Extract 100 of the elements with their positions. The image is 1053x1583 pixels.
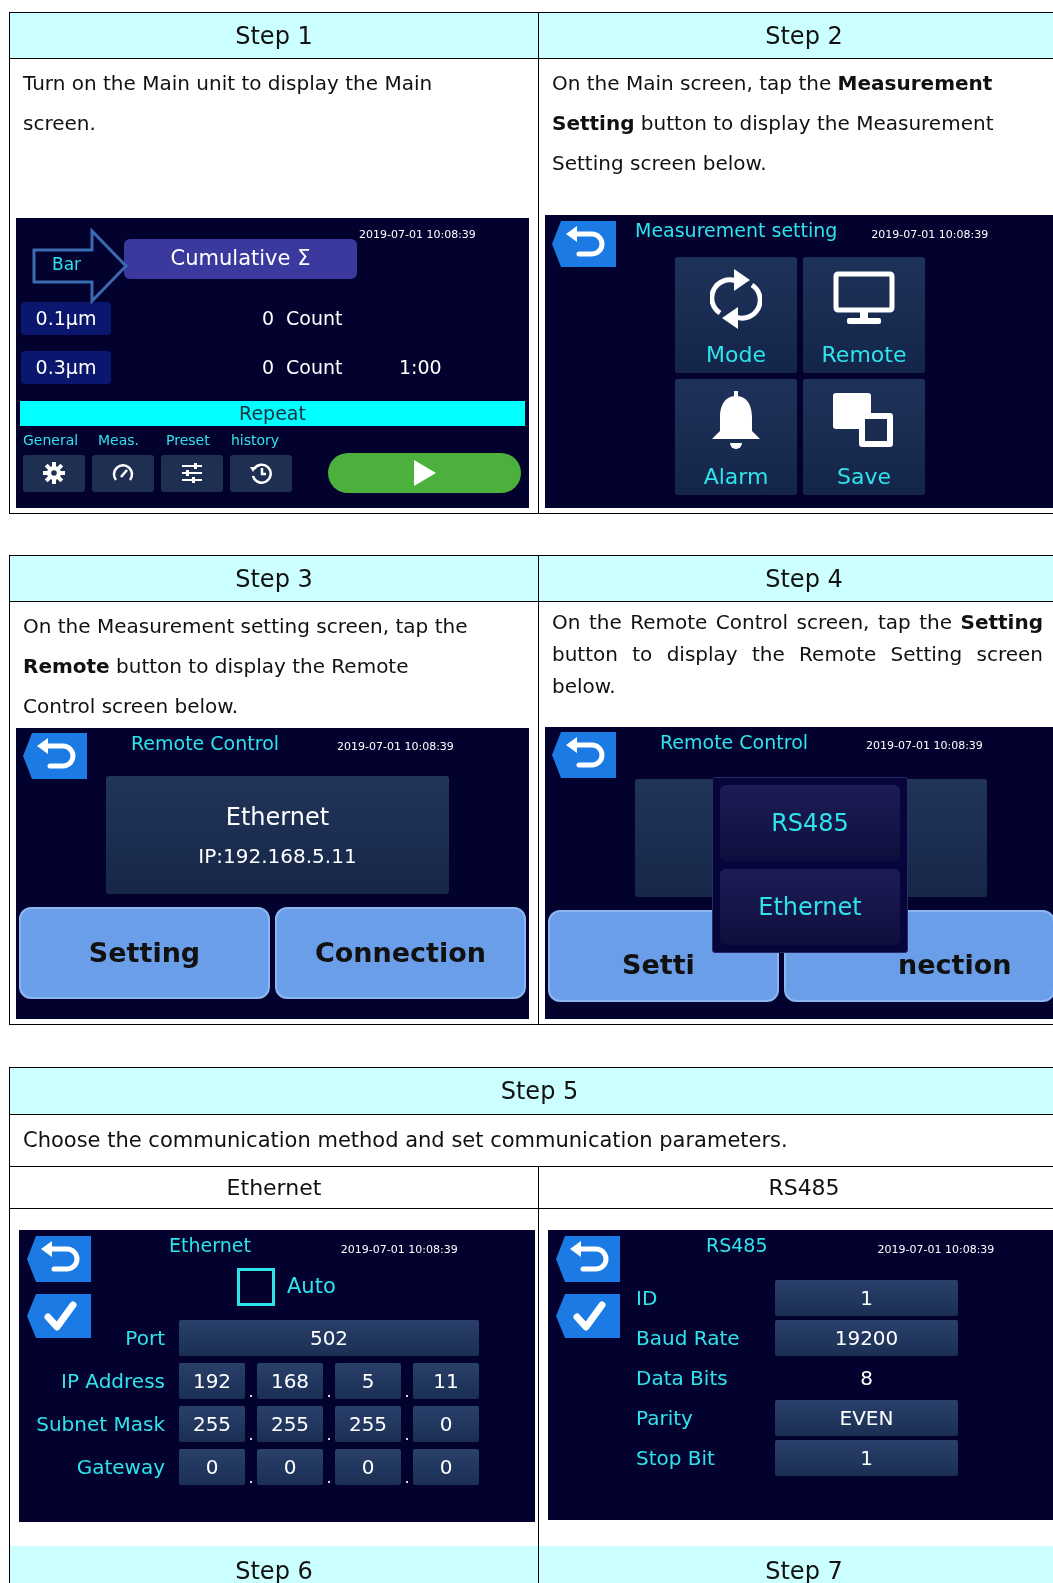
screen-title: Remote Control: [131, 731, 280, 756]
input-field[interactable]: 255: [179, 1406, 245, 1442]
remote-option-button[interactable]: Connection: [275, 907, 526, 999]
bar-button[interactable]: Bar: [32, 228, 128, 304]
back-button[interactable]: [23, 733, 87, 779]
date-time: 2019-07-01 10:08:39: [877, 1242, 995, 1258]
cycle-arrows-icon: [710, 267, 762, 331]
start-button[interactable]: [328, 453, 521, 493]
input-field[interactable]: 192: [179, 1363, 245, 1399]
step-header: Step 1: [10, 13, 539, 59]
count-unit: Count: [286, 355, 344, 381]
back-button[interactable]: [552, 732, 616, 778]
confirm-button[interactable]: [27, 1294, 91, 1338]
mode-status-bar: Repeat: [20, 401, 525, 426]
count-value: 0: [260, 306, 274, 332]
input-field[interactable]: 502: [179, 1320, 479, 1356]
input-field[interactable]: 1: [775, 1440, 958, 1476]
field-label: Subnet Mask: [35, 1411, 166, 1438]
input-field[interactable]: 0: [413, 1449, 479, 1485]
checkbox-label: Auto: [287, 1273, 336, 1301]
step-header: Step 4: [539, 556, 1053, 602]
tool-button[interactable]: [23, 454, 85, 492]
field-value: 8: [859, 1365, 874, 1392]
date-time: 2019-07-01 10:08:39: [340, 1242, 458, 1258]
field-label: Parity: [635, 1405, 694, 1432]
input-field[interactable]: 1: [775, 1280, 958, 1316]
tool-button[interactable]: [92, 454, 154, 492]
separator-dot: .: [325, 1428, 333, 1442]
step-instruction: On the Remote Control screen, tap the Setting button to display the Remote Setting screen below.: [551, 609, 1044, 700]
count-value: 0: [260, 355, 274, 381]
input-field[interactable]: 168: [257, 1363, 323, 1399]
input-field[interactable]: 0: [335, 1449, 401, 1485]
input-field[interactable]: 5: [335, 1363, 401, 1399]
elapsed-time: 1:00: [399, 355, 442, 381]
input-field[interactable]: EVEN: [775, 1400, 958, 1436]
gear-icon: [42, 461, 66, 485]
step-instruction: Choose the communication method and set communication parameters.: [23, 1126, 788, 1154]
column-header: RS485: [539, 1167, 1053, 1209]
sliders-icon: [180, 461, 204, 485]
column-header: Ethernet: [10, 1167, 539, 1209]
tab-label: Meas.: [98, 431, 140, 450]
step-header: Step 3: [10, 556, 539, 602]
input-field[interactable]: 255: [257, 1406, 323, 1442]
input-field[interactable]: 19200: [775, 1320, 958, 1356]
method-label: Ethernet: [225, 802, 330, 833]
step-header: Step 6: [10, 1546, 539, 1583]
date-time: 2019-07-01 10:08:39: [359, 227, 476, 243]
separator-dot: .: [325, 1471, 333, 1485]
tool-button[interactable]: [161, 454, 223, 492]
step-header: Step 7: [539, 1546, 1053, 1583]
input-field[interactable]: 0: [413, 1406, 479, 1442]
separator-dot: .: [247, 1428, 255, 1442]
tab-label: General: [23, 431, 80, 450]
step-header: Step 5: [10, 1068, 1053, 1115]
screen-title: Ethernet: [169, 1233, 251, 1258]
back-button[interactable]: [556, 1236, 620, 1282]
date-time: 2019-07-01 10:08:39: [866, 738, 983, 754]
screen-title: RS485: [706, 1233, 768, 1258]
screen-title: Remote Control: [660, 730, 809, 755]
popup-option[interactable]: RS485: [720, 785, 900, 861]
input-field[interactable]: 255: [335, 1406, 401, 1442]
monitor-icon: [833, 271, 895, 327]
step-instruction: On the Measurement setting screen, tap the Remote button to display the Remote Control screen below.: [22, 613, 469, 720]
confirm-button[interactable]: [556, 1294, 620, 1338]
step-instruction: Turn on the Main unit to display the Main screen.: [22, 70, 434, 137]
field-label: IP Address: [60, 1368, 166, 1395]
separator-dot: .: [403, 1428, 411, 1442]
size-label: 0.3µm: [21, 351, 111, 384]
tool-button[interactable]: [230, 454, 292, 492]
input-field[interactable]: 0: [257, 1449, 323, 1485]
remote-option-button[interactable]: Setting: [19, 907, 270, 999]
menu-tile[interactable]: Mode: [675, 257, 797, 373]
field-label: Data Bits: [635, 1365, 729, 1392]
menu-tile[interactable]: Save: [803, 379, 925, 495]
tab-label: Preset: [166, 431, 211, 450]
field-label: Baud Rate: [635, 1325, 741, 1352]
step-header: Step 2: [539, 13, 1053, 59]
mode-button[interactable]: Cumulative Σ: [124, 239, 357, 279]
separator-dot: .: [247, 1385, 255, 1399]
date-time: 2019-07-01 10:08:39: [337, 739, 454, 755]
size-label: 0.1µm: [21, 302, 111, 335]
field-label: Gateway: [75, 1454, 166, 1481]
field-label: Stop Bit: [635, 1445, 716, 1472]
back-button[interactable]: [27, 1236, 91, 1282]
input-field[interactable]: 0: [179, 1449, 245, 1485]
field-label: Port: [124, 1325, 166, 1352]
history-icon: [249, 461, 273, 485]
menu-tile[interactable]: Alarm: [675, 379, 797, 495]
play-icon: [413, 460, 436, 486]
separator-dot: .: [247, 1471, 255, 1485]
separator-dot: .: [325, 1385, 333, 1399]
checkbox[interactable]: [237, 1268, 275, 1306]
back-button[interactable]: [552, 221, 616, 267]
input-field[interactable]: 11: [413, 1363, 479, 1399]
separator-dot: .: [403, 1471, 411, 1485]
date-time: 2019-07-01 10:08:39: [871, 227, 989, 243]
screen-title: Measurement setting: [635, 218, 838, 243]
menu-tile[interactable]: Remote: [803, 257, 925, 373]
count-unit: Count: [286, 306, 344, 332]
popup-option[interactable]: Ethernet: [720, 869, 900, 945]
